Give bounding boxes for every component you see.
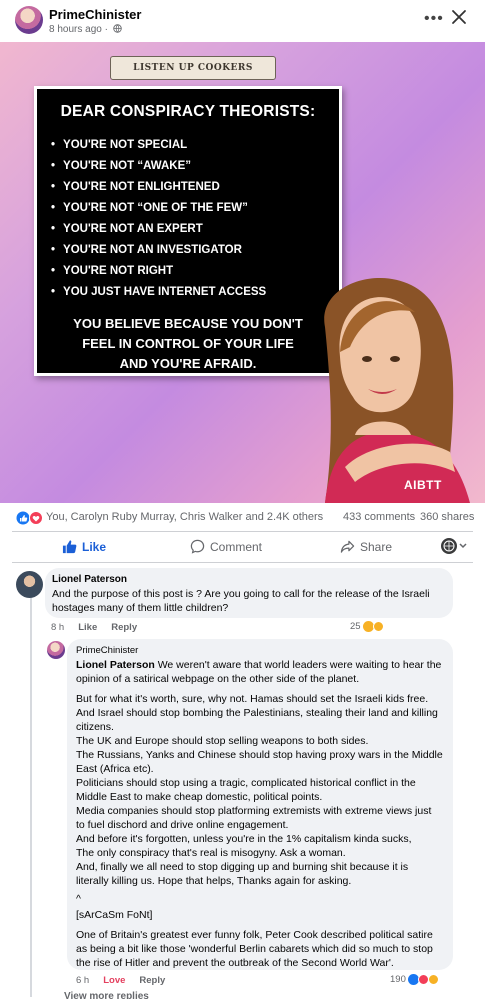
comment-text: And the purpose of this post is ? Are yo… — [52, 588, 430, 614]
reply-paragraph: Politicians should stop using a tragic, … — [76, 777, 416, 803]
comment-like-button[interactable]: Like — [78, 622, 97, 633]
reply-mention[interactable]: Lionel Paterson — [76, 659, 155, 671]
love-reaction-icon — [29, 511, 43, 525]
reply-reply-button[interactable]: Reply — [139, 975, 165, 986]
reply-text: Lionel Paterson We weren't aware that wo… — [76, 658, 443, 686]
sign-item: YOU'RE NOT ENLIGHTENED — [51, 177, 266, 198]
like-label: Like — [82, 539, 107, 554]
sign-item: YOU'RE NOT SPECIAL — [51, 135, 266, 156]
reaction-icons[interactable] — [16, 511, 44, 525]
reply-reaction-count: 190 — [390, 974, 406, 985]
reply-sarcasm: [sArCaSm FoNt] — [76, 909, 153, 921]
author-name[interactable]: PrimeChinister — [49, 7, 141, 22]
like-button[interactable]: Like — [62, 539, 106, 554]
sign-item: YOU'RE NOT AN EXPERT — [51, 219, 266, 240]
reply-paragraph: The UK and Europe should stop selling we… — [76, 735, 369, 747]
sign-item: YOU'RE NOT AN INVESTIGATOR — [51, 240, 266, 261]
share-label: Share — [360, 539, 393, 554]
comment-reactions[interactable]: 25 — [350, 621, 384, 632]
image-banner: LISTEN UP COOKERS — [110, 56, 276, 80]
post-image[interactable]: LISTEN UP COOKERS DEAR CONSPIRACY THEORI… — [0, 42, 485, 503]
audience-selector[interactable] — [440, 537, 468, 558]
laugh-reaction-icon — [427, 974, 439, 985]
comment-icon — [190, 539, 205, 554]
comment-time[interactable]: 8 h — [51, 622, 64, 633]
share-icon — [340, 540, 355, 553]
author-avatar[interactable] — [15, 6, 43, 34]
commenter-avatar[interactable] — [16, 571, 43, 598]
view-more-replies[interactable]: View more replies — [64, 991, 149, 999]
reaction-summary[interactable]: You, Carolyn Ruby Murray, Chris Walker a… — [46, 511, 323, 523]
reply-paragraph: Media companies should stop platforming … — [76, 805, 432, 831]
share-count[interactable]: 360 shares — [420, 511, 474, 523]
reply-paragraph: And before it's forgotten, unless you're… — [76, 833, 412, 845]
comment-reply-button[interactable]: Reply — [111, 622, 137, 633]
laugh-reaction-icon — [362, 621, 374, 632]
comment-bubble: Lionel Paterson And the purpose of this … — [45, 568, 453, 618]
audience-icon — [441, 538, 467, 554]
reply-paragraph: One of Britain's greatest ever funny fol… — [76, 929, 433, 969]
comment-actions: 8 h Like Reply — [51, 622, 137, 633]
sign-item: YOU'RE NOT “ONE OF THE FEW” — [51, 198, 266, 219]
reply-avatar[interactable] — [47, 641, 65, 659]
sign-item: YOU JUST HAVE INTERNET ACCESS — [51, 282, 266, 303]
post-stats: You, Carolyn Ruby Murray, Chris Walker a… — [0, 503, 485, 531]
thumbs-up-icon — [62, 540, 77, 554]
thread-line — [30, 592, 32, 997]
comment-button[interactable]: Comment — [190, 539, 262, 554]
reply-paragraph: And, finally we all need to stop digging… — [76, 861, 409, 887]
sign-list: YOU'RE NOT SPECIAL YOU'RE NOT “AWAKE” YO… — [51, 135, 266, 303]
post-header: PrimeChinister 8 hours ago · ••• — [0, 0, 485, 42]
comment-label: Comment — [210, 539, 263, 554]
globe-icon — [112, 24, 122, 33]
image-watermark: AIBTT — [404, 478, 442, 492]
reply-bubble: PrimeChinister Lionel Paterson We weren'… — [67, 639, 453, 970]
comment-count[interactable]: 433 comments — [343, 511, 415, 523]
post-time[interactable]: 8 hours ago · — [49, 24, 108, 35]
reply-paragraph: The only conspiracy that's real is misog… — [76, 847, 346, 859]
share-button[interactable]: Share — [340, 539, 392, 554]
sign-title: DEAR CONSPIRACY THEORISTS: — [60, 103, 316, 120]
post-meta: 8 hours ago · — [49, 24, 122, 35]
comment-reaction-count: 25 — [350, 621, 361, 632]
reply-reactions[interactable]: 190 — [390, 974, 439, 985]
wow-reaction-icon — [372, 621, 384, 632]
like-reaction-icon — [16, 511, 30, 525]
woman-illustration — [324, 278, 470, 503]
sign-item: YOU'RE NOT RIGHT — [51, 261, 266, 282]
reply-caret: ^ — [76, 893, 81, 905]
more-icon[interactable]: ••• — [424, 10, 444, 28]
divider — [12, 562, 473, 563]
reply-paragraph: But for what it's worth, sure, why not. … — [76, 693, 438, 733]
reply-love-button[interactable]: Love — [103, 975, 125, 986]
reply-time[interactable]: 6 h — [76, 975, 89, 986]
reply-paragraph: The Russians, Yanks and Chinese should s… — [76, 749, 443, 775]
reply-author[interactable]: PrimeChinister — [76, 645, 443, 656]
sign-item: YOU'RE NOT “AWAKE” — [51, 156, 266, 177]
close-icon[interactable] — [450, 8, 468, 26]
reply-actions: 6 h Love Reply — [76, 975, 165, 986]
comment-author[interactable]: Lionel Paterson — [52, 574, 445, 585]
post-actions: Like Comment Share — [0, 531, 485, 562]
